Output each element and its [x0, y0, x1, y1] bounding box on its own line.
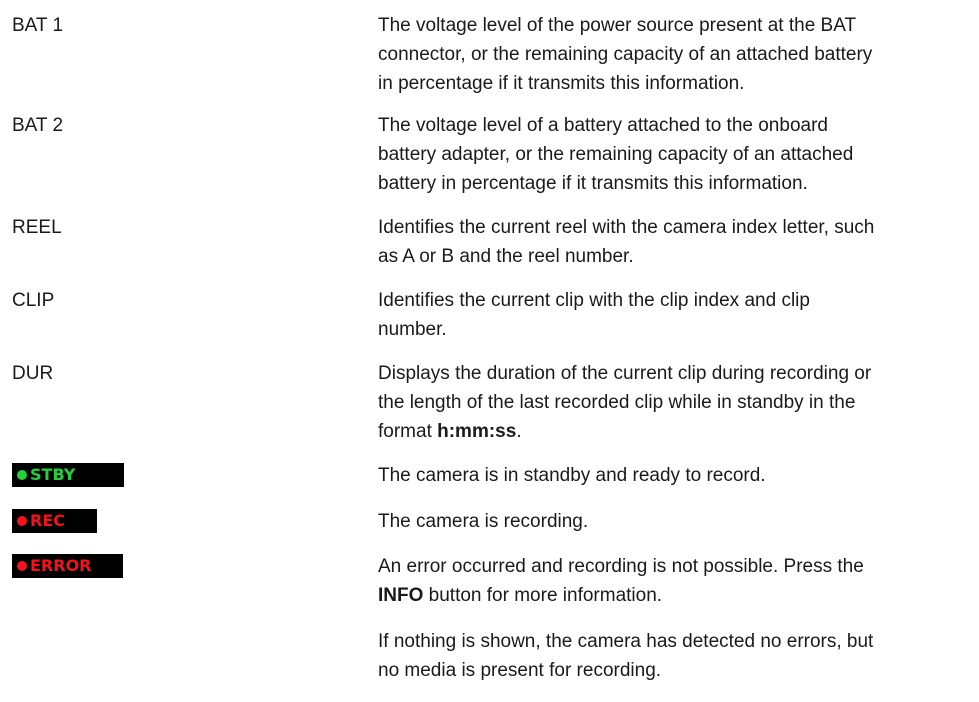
error-badge-label: ERROR [30, 556, 92, 575]
desc-line: no media is present for recording. [378, 660, 662, 681]
status-dot-icon [17, 470, 27, 480]
desc-bat2: The voltage level of a battery attached … [378, 111, 968, 198]
rec-badge-label: REC [30, 511, 65, 530]
desc-line: as A or B and the reel number. [378, 246, 634, 267]
desc-line: in percentage if it transmits this infor… [378, 73, 745, 94]
desc-line: battery in percentage if it transmits th… [378, 173, 808, 194]
status-dot-icon [17, 561, 27, 571]
stby-badge-label: STBY [30, 465, 76, 484]
desc-dur: Displays the duration of the current cli… [378, 359, 968, 446]
status-dot-icon [17, 516, 27, 526]
rec-status-badge: REC [12, 509, 97, 533]
term-bat1: BAT 1 [12, 15, 64, 36]
desc-line: format h:mm:ss. [378, 417, 968, 446]
desc-line: Displays the duration of the current cli… [378, 363, 872, 384]
desc-line: If nothing is shown, the camera has dete… [378, 631, 874, 652]
desc-line: the length of the last recorded clip whi… [378, 392, 856, 413]
term-dur: DUR [12, 363, 54, 384]
desc-line: battery adapter, or the remaining capaci… [378, 144, 854, 165]
desc-text: format [378, 421, 438, 442]
desc-line: The voltage level of the power source pr… [378, 15, 857, 36]
info-button-text: INFO [378, 585, 424, 606]
stby-status-badge: STBY [12, 463, 124, 487]
desc-text: button for more information. [423, 585, 663, 606]
time-format-text: h:mm:ss [437, 421, 517, 442]
desc-line: connector, or the remaining capacity of … [378, 44, 873, 65]
desc-line: The camera is in standby and ready to re… [378, 465, 766, 486]
term-bat2: BAT 2 [12, 115, 64, 136]
desc-reel: Identifies the current reel with the cam… [378, 213, 968, 271]
desc-error: An error occurred and recording is not p… [378, 552, 968, 610]
desc-line: INFO button for more information. [378, 581, 968, 610]
desc-rec: The camera is recording. [378, 507, 968, 536]
desc-text: . [516, 421, 522, 442]
term-reel: REEL [12, 217, 62, 238]
desc-stby: The camera is in standby and ready to re… [378, 461, 968, 490]
desc-line: The voltage level of a battery attached … [378, 115, 828, 136]
desc-line: The camera is recording. [378, 511, 589, 532]
desc-line: An error occurred and recording is not p… [378, 556, 864, 577]
term-clip: CLIP [12, 290, 55, 311]
desc-line: Identifies the current clip with the cli… [378, 290, 810, 311]
desc-line: number. [378, 319, 447, 340]
desc-clip: Identifies the current clip with the cli… [378, 286, 968, 344]
desc-bat1: The voltage level of the power source pr… [378, 11, 968, 98]
footnote-text: If nothing is shown, the camera has dete… [378, 627, 968, 685]
desc-line: Identifies the current reel with the cam… [378, 217, 875, 238]
error-status-badge: ERROR [12, 554, 123, 578]
